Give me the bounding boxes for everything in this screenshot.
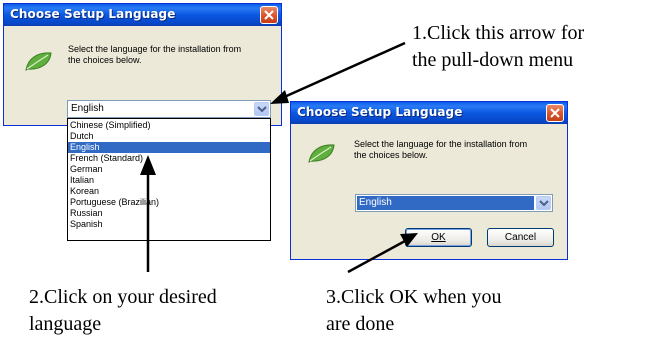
dropdown-option[interactable]: Korean: [68, 186, 270, 197]
dropdown-option[interactable]: Portuguese (Brazilian): [68, 197, 270, 208]
close-icon: [550, 108, 560, 118]
language-combo-main[interactable]: English: [67, 100, 271, 118]
dropdown-option[interactable]: Chinese (Simplified): [68, 120, 270, 131]
setup-language-dialog-confirm: Choose Setup Language Select the languag…: [290, 101, 568, 260]
dropdown-option[interactable]: German: [68, 164, 270, 175]
instruction-text: Select the language for the installation…: [354, 139, 527, 161]
cancel-label: Cancel: [504, 232, 537, 243]
callout-step-3-line-2: are done: [326, 313, 395, 335]
callout-step-3-line-1: 3.Click OK when you: [326, 286, 502, 308]
dropdown-arrow-button[interactable]: [536, 196, 551, 210]
dialog-titlebar[interactable]: Choose Setup Language: [291, 102, 567, 124]
language-dropdown-list: Chinese (Simplified) Dutch English Frenc…: [67, 118, 271, 241]
instruction-text: Select the language for the installation…: [68, 44, 241, 66]
ok-button[interactable]: OK: [405, 228, 472, 247]
dialog-title: Choose Setup Language: [297, 105, 463, 119]
callout-step-2-line-1: 2.Click on your desired: [29, 286, 217, 308]
leaf-icon: [308, 144, 335, 163]
close-button[interactable]: [260, 6, 278, 24]
instruction-line-2: the choices below.: [354, 150, 428, 160]
dropdown-option[interactable]: Spanish: [68, 219, 270, 230]
callout-step-1-line-2: the pull-down menu: [412, 49, 574, 71]
cancel-button[interactable]: Cancel: [487, 228, 554, 247]
callout-step-1: 1.Click this arrow for the pull-down men…: [412, 20, 584, 74]
chevron-down-icon: [257, 106, 267, 113]
dropdown-arrow-button[interactable]: [254, 102, 269, 116]
dropdown-option[interactable]: Italian: [68, 175, 270, 186]
language-combo-confirm[interactable]: English: [355, 194, 553, 212]
callout-step-3: 3.Click OK when you are done: [326, 284, 502, 338]
dialog-title: Choose Setup Language: [10, 7, 176, 21]
combo-value: English: [71, 103, 104, 114]
close-button[interactable]: [546, 104, 564, 122]
instruction-line-1: Select the language for the installation…: [354, 139, 528, 149]
arrow-step-1: [281, 41, 406, 100]
dropdown-option[interactable]: Russian: [68, 208, 270, 219]
instruction-line-2: the choices below.: [68, 55, 142, 65]
dialog-titlebar[interactable]: Choose Setup Language: [4, 4, 281, 26]
setup-language-dialog-main: Choose Setup Language Select the languag…: [3, 3, 282, 101]
dropdown-option[interactable]: Dutch: [68, 131, 270, 142]
chevron-down-icon: [539, 200, 549, 207]
callout-step-2-line-2: language: [29, 313, 102, 335]
combo-value: English: [357, 196, 534, 210]
leaf-icon: [25, 52, 52, 71]
instruction-line-1: Select the language for the installation…: [68, 44, 242, 54]
dropdown-option-selected[interactable]: English: [68, 142, 270, 153]
dropdown-option[interactable]: French (Standard): [68, 153, 270, 164]
ok-label: OK: [431, 232, 446, 243]
callout-step-1-line-1: 1.Click this arrow for: [412, 22, 585, 44]
callout-step-2: 2.Click on your desired language: [29, 284, 217, 338]
close-icon: [264, 10, 274, 20]
